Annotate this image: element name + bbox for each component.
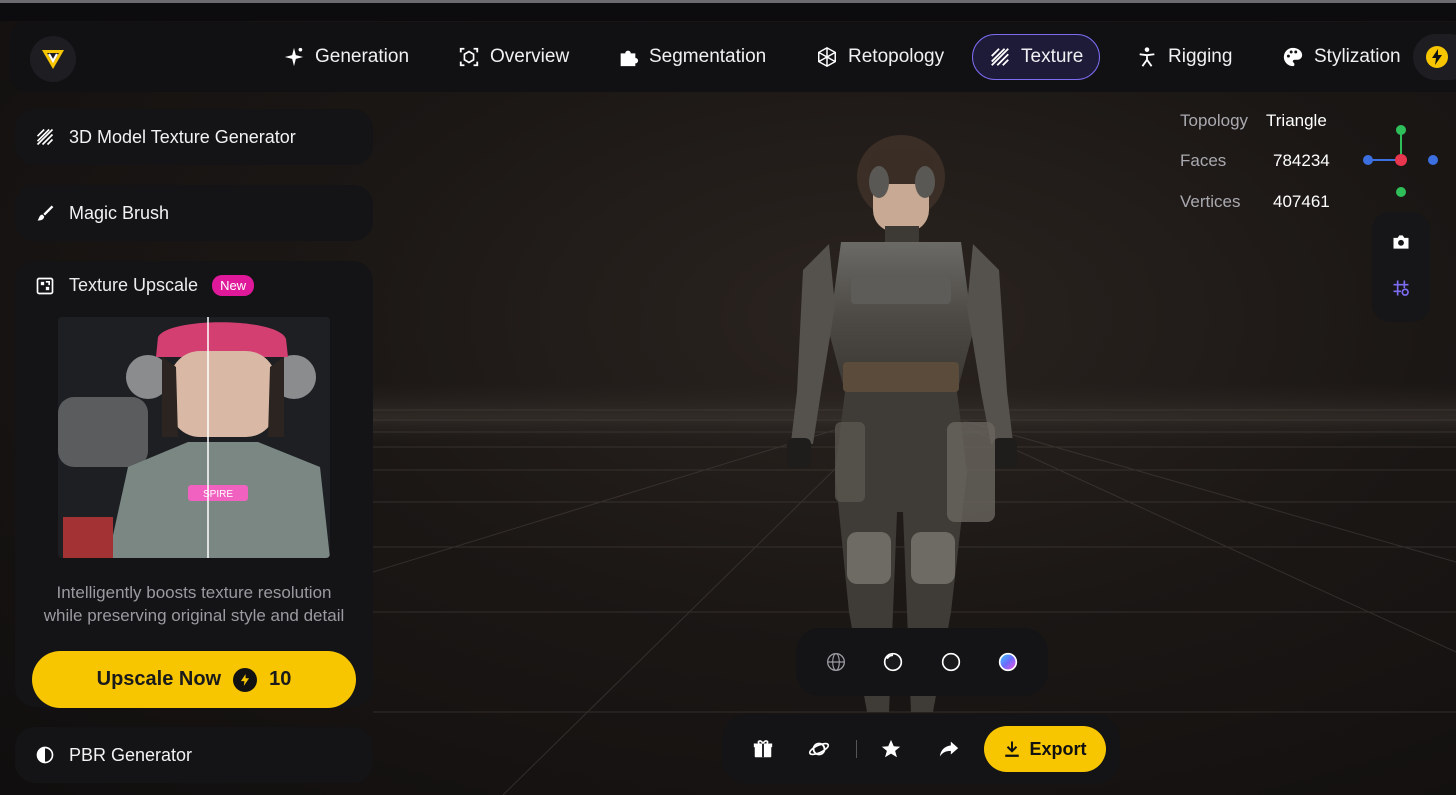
- logo-icon: [42, 50, 64, 69]
- pbr-generator-label: PBR Generator: [69, 744, 193, 765]
- half-circle-icon: [36, 746, 54, 764]
- wireframe-sphere-icon[interactable]: [826, 652, 846, 672]
- upscale-now-button[interactable]: Upscale Now 10: [32, 651, 356, 708]
- axis-x-right[interactable]: [1428, 155, 1438, 165]
- axis-y-top[interactable]: [1396, 125, 1406, 135]
- topology-label: Topology: [1180, 111, 1249, 130]
- axis-y-bottom[interactable]: [1396, 187, 1406, 197]
- nav-tab-generation[interactable]: Generation: [267, 34, 425, 80]
- sparkle-icon: [284, 47, 304, 67]
- upscale-icon: [36, 277, 54, 294]
- figure-icon: [1139, 47, 1155, 67]
- nav-tab-label: Stylization: [1314, 46, 1401, 67]
- grid-settings-icon[interactable]: [1391, 278, 1411, 298]
- toolbar-divider: [856, 740, 857, 758]
- nav-tab-rigging[interactable]: Rigging: [1120, 34, 1248, 80]
- upscale-cost: 10: [269, 668, 292, 690]
- magic-brush-button[interactable]: Magic Brush: [15, 185, 373, 241]
- star-icon[interactable]: [880, 738, 902, 760]
- app-logo[interactable]: [30, 36, 76, 82]
- download-icon: [1005, 741, 1020, 757]
- nav-tab-stylization[interactable]: Stylization: [1266, 34, 1417, 80]
- texture-generator-label: 3D Model Texture Generator: [69, 126, 296, 147]
- planet-icon[interactable]: [808, 738, 830, 760]
- nav-tab-texture[interactable]: Texture: [972, 34, 1101, 80]
- camera-icon[interactable]: [1391, 232, 1411, 252]
- vertices-label: Vertices: [1180, 192, 1241, 211]
- axis-x-left[interactable]: [1363, 155, 1373, 165]
- cube-frame-icon: [459, 47, 479, 67]
- mesh-cube-icon: [818, 46, 836, 68]
- textured-sphere-icon[interactable]: [998, 652, 1018, 672]
- upscale-description: Intelligently boosts texture resolution …: [43, 583, 345, 625]
- lightning-icon: [233, 667, 258, 692]
- lightning-icon: [1426, 46, 1448, 68]
- app-window: Generation Overview Segmentation Retopol…: [0, 0, 1456, 795]
- view-tools: [1372, 212, 1430, 322]
- nav-tab-retopology[interactable]: Retopology: [800, 34, 960, 80]
- upscale-preview-image: SPIRE: [58, 317, 330, 558]
- texture-stripes-icon: [36, 128, 54, 146]
- matte-sphere-icon[interactable]: [941, 652, 961, 672]
- puzzle-icon: [620, 50, 639, 67]
- brush-icon: [37, 205, 54, 221]
- gift-icon[interactable]: [752, 738, 774, 760]
- top-strip: [0, 3, 1456, 21]
- texture-generator-button[interactable]: 3D Model Texture Generator: [15, 109, 373, 165]
- share-arrow-icon[interactable]: [938, 738, 960, 760]
- export-button[interactable]: Export: [984, 726, 1106, 772]
- nav-tab-label: Retopology: [848, 46, 945, 67]
- nav-tab-label: Rigging: [1168, 46, 1233, 67]
- nav-tab-overview[interactable]: Overview: [442, 34, 585, 80]
- axis-gizmo[interactable]: [1360, 122, 1440, 202]
- upscale-button-label: Upscale Now: [96, 668, 222, 690]
- bottom-action-bar: Export: [722, 714, 1120, 784]
- nav-tab-label: Texture: [1021, 46, 1084, 67]
- vertices-value: 407461: [1273, 192, 1330, 211]
- material-mode-bar: [796, 628, 1048, 696]
- magic-brush-label: Magic Brush: [69, 202, 170, 223]
- nav-tab-segmentation[interactable]: Segmentation: [601, 34, 782, 80]
- faces-value: 784234: [1273, 151, 1330, 170]
- topology-value: Triangle: [1266, 111, 1327, 130]
- nav-tab-label: Generation: [315, 46, 410, 67]
- nav-tab-label: Overview: [490, 46, 570, 67]
- new-badge: New: [212, 275, 255, 296]
- palette-icon: [1283, 47, 1303, 67]
- credits-pill[interactable]: [1413, 34, 1456, 80]
- top-nav-bar: Generation Overview Segmentation Retopol…: [10, 22, 1456, 92]
- nav-tab-label: Segmentation: [649, 46, 767, 67]
- clay-sphere-icon[interactable]: [883, 652, 903, 672]
- export-label: Export: [1029, 738, 1087, 759]
- axis-center[interactable]: [1395, 154, 1407, 166]
- faces-label: Faces: [1180, 151, 1227, 170]
- upscale-title: Texture Upscale: [69, 275, 199, 295]
- pbr-generator-button[interactable]: PBR Generator: [15, 727, 373, 783]
- texture-upscale-card: Texture Upscale New SPIRE Intelligently …: [15, 261, 373, 707]
- upscale-header: Texture Upscale New: [35, 275, 255, 296]
- texture-stripes-icon: [991, 48, 1009, 66]
